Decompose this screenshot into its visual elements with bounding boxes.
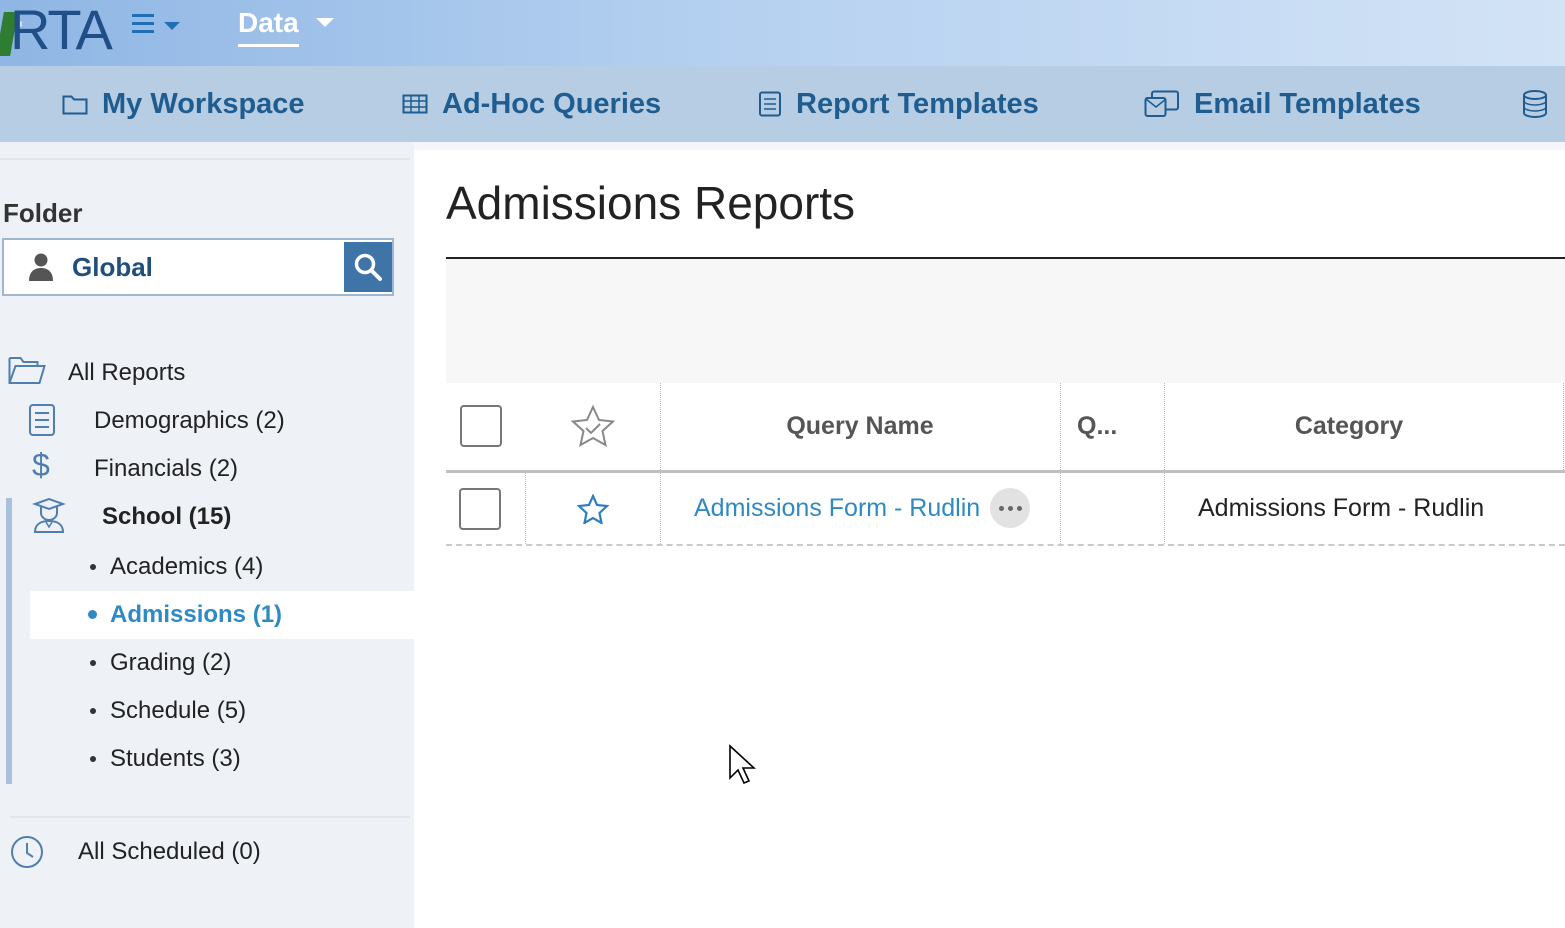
tree-item-grading[interactable]: Grading (2) (30, 639, 414, 687)
tree-item-label: Academics (4) (110, 553, 264, 580)
divider (10, 816, 410, 818)
more-options-button[interactable] (990, 488, 1030, 528)
tree-item-label: Grading (2) (110, 649, 232, 676)
tree-item-label: All Reports (68, 359, 186, 386)
grid-icon (402, 94, 428, 114)
query-name-link[interactable]: Admissions Form - Rudlin (694, 473, 994, 544)
q-cell (1078, 473, 1158, 544)
folder-selector[interactable]: Global (2, 238, 394, 296)
column-header-category[interactable]: Category (1164, 383, 1534, 470)
grid-toolbar (446, 259, 1565, 383)
star-check-icon (570, 404, 616, 447)
folder-open-icon (8, 357, 46, 384)
email-icon (1144, 90, 1179, 117)
chevron-down-icon (164, 22, 180, 30)
app-logo[interactable]: ✡ RTA (0, 0, 118, 60)
mouse-cursor-icon (729, 744, 756, 785)
divider (0, 158, 410, 160)
row-checkbox[interactable] (459, 488, 501, 530)
nav-label: Report Templates (796, 87, 1039, 120)
more-icon-dot (1016, 505, 1022, 511)
logo-text: RTA (10, 0, 113, 61)
demographics-icon (29, 404, 55, 436)
column-separator (660, 473, 661, 544)
category-cell: Admissions Form - Rudlin (1198, 494, 1485, 522)
bullet-icon (90, 708, 96, 714)
dollar-icon: $ (32, 447, 50, 483)
tree-item-admissions[interactable]: Admissions (1) (30, 591, 414, 639)
folder-icon (62, 95, 88, 115)
table-header: Query Name Q... Category (446, 383, 1565, 473)
nav-my-workspace[interactable]: My Workspace (62, 66, 305, 142)
more-icon-dot (1007, 505, 1013, 511)
tree-item-label: Admissions (1) (110, 601, 283, 628)
folder-label: Folder (3, 198, 83, 228)
page-title: Admissions Reports (446, 177, 856, 229)
graduate-icon (32, 498, 66, 533)
column-separator (1060, 473, 1061, 544)
bullet-icon (90, 756, 96, 762)
column-separator (1563, 383, 1564, 470)
tree-item-school[interactable]: School (15) (12, 493, 414, 541)
folder-search-button[interactable] (344, 242, 392, 292)
top-bar: ✡ RTA Data (0, 0, 1565, 66)
folder-value: Global (72, 252, 153, 282)
nav-label: Email Templates (1194, 87, 1421, 120)
column-header-q[interactable]: Q... (1060, 383, 1164, 470)
tree-item-label: School (15) (102, 503, 232, 530)
tree-item-label: Financials (2) (94, 455, 239, 482)
star-icon (577, 493, 609, 524)
data-menu-label: Data (238, 4, 299, 47)
tree-item-label: Schedule (5) (110, 697, 247, 724)
bullet-icon (90, 564, 96, 570)
column-separator (1164, 473, 1165, 544)
tree-item-students[interactable]: Students (3) (30, 735, 414, 783)
search-icon (354, 253, 382, 281)
tree-item-all-scheduled[interactable]: All Scheduled (0) (0, 828, 414, 876)
column-header-query-name[interactable]: Query Name (660, 383, 1060, 470)
tree-item-academics[interactable]: Academics (4) (30, 543, 414, 591)
hamburger-menu-button[interactable] (132, 12, 188, 42)
tree-item-schedule[interactable]: Schedule (5) (30, 687, 414, 735)
tree-item-financials[interactable]: $ Financials (2) (0, 445, 414, 493)
person-icon (29, 253, 53, 281)
main-content: Admissions Reports Query Name Q... Categ… (414, 150, 1565, 928)
nav-email-templates[interactable]: Email Templates (1144, 66, 1421, 142)
main-nav: My Workspace Ad-Hoc Queries Report Templ… (0, 66, 1565, 142)
select-all-checkbox[interactable] (460, 405, 502, 447)
sidebar: Folder Global All Reports Demographics (… (0, 142, 414, 928)
chevron-down-icon (316, 18, 334, 27)
nav-label: Ad-Hoc Queries (442, 87, 662, 120)
clock-icon (11, 836, 43, 868)
table-row[interactable]: Admissions Form - Rudlin Admissions Form… (446, 473, 1565, 546)
nav-label: My Workspace (102, 87, 305, 120)
document-icon (759, 91, 781, 117)
data-menu-dropdown[interactable]: Data (238, 4, 334, 48)
favorite-cell[interactable] (526, 473, 660, 544)
more-icon-dot (998, 505, 1004, 511)
nav-ad-hoc-queries[interactable]: Ad-Hoc Queries (402, 66, 661, 142)
tree-item-all-reports[interactable]: All Reports (0, 349, 414, 397)
bullet-icon (90, 660, 96, 666)
nav-data-sources[interactable] (1522, 66, 1562, 142)
bullet-icon (88, 610, 97, 619)
tree-item-label: All Scheduled (0) (78, 838, 261, 865)
tree-item-label: Demographics (2) (94, 407, 285, 434)
tree-item-label: Students (3) (110, 745, 241, 772)
nav-report-templates[interactable]: Report Templates (758, 66, 1039, 142)
hamburger-icon (132, 14, 154, 38)
database-icon (1523, 90, 1547, 118)
favorite-column-header[interactable] (526, 383, 660, 470)
tree-item-demographics[interactable]: Demographics (2) (0, 397, 414, 445)
